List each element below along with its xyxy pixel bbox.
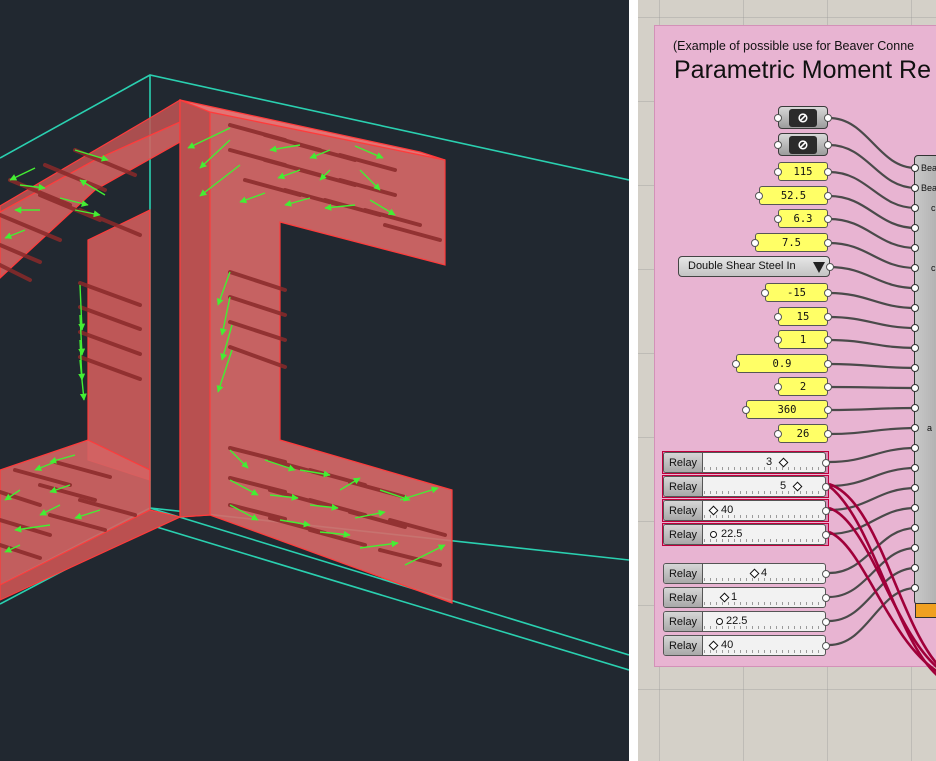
input-port[interactable] [911,544,919,552]
input-port[interactable] [911,244,919,252]
panel-7-5[interactable]: 7.5 [751,233,832,252]
input-port[interactable] [911,344,919,352]
panel-minus-15[interactable]: -15 [761,283,832,302]
panel-115[interactable]: 115 [774,162,832,181]
panel-15[interactable]: 15 [774,307,832,326]
slider-relay-4[interactable]: Relay 22.5 [663,524,830,545]
panel-0-9[interactable]: 0.9 [732,354,832,373]
input-port[interactable] [911,184,919,192]
bolt-param-2[interactable]: ⊘ [774,133,832,156]
input-port[interactable] [911,384,919,392]
slider-relay-3[interactable]: Relay 40 [663,500,830,521]
input-port[interactable] [911,164,919,172]
bolt-param-icon: ⊘ [789,108,817,127]
panel-26[interactable]: 26 [774,424,832,443]
viewport-scene [0,74,629,671]
slider-relay-6[interactable]: Relay 1 [663,587,830,608]
input-port[interactable] [911,584,919,592]
input-port[interactable] [911,364,919,372]
input-port[interactable] [911,224,919,232]
panel-52-5[interactable]: 52.5 [755,186,832,205]
slider-relay-5[interactable]: Relay 4 [663,563,830,584]
slider-relay-1[interactable]: Relay 3 [663,452,830,473]
slider-relay-2[interactable]: Relay 5 [663,476,830,497]
input-port[interactable] [911,504,919,512]
input-port[interactable] [911,424,919,432]
input-port[interactable] [911,264,919,272]
panel-2[interactable]: 2 [774,377,832,396]
slider-knob[interactable] [710,531,717,538]
input-port[interactable] [911,204,919,212]
input-port[interactable] [911,564,919,572]
slider-relay-8[interactable]: Relay 40 [663,635,830,656]
component-output-bar[interactable] [915,603,936,618]
moment-connection-component[interactable]: Bea Bea c c a [911,155,936,618]
bolt-param-icon: ⊘ [789,135,817,154]
input-port[interactable] [911,484,919,492]
slider-relay-7[interactable]: Relay 22.5 [663,611,830,632]
slider-knob[interactable] [716,618,723,625]
input-port[interactable] [911,524,919,532]
input-port[interactable] [911,324,919,332]
input-port[interactable] [911,284,919,292]
panel-divider [629,0,638,761]
chevron-down-icon [813,262,825,273]
connector-type-dropdown[interactable]: Double Shear Steel In [678,256,834,277]
grasshopper-canvas[interactable]: (Example of possible use for Beaver Conn… [638,0,936,761]
panel-1[interactable]: 1 [774,330,832,349]
input-port[interactable] [911,404,919,412]
panel-6-3[interactable]: 6.3 [774,209,832,228]
bolt-param-1[interactable]: ⊘ [774,106,832,129]
input-port[interactable] [911,444,919,452]
input-port[interactable] [911,464,919,472]
input-port[interactable] [911,304,919,312]
panel-360[interactable]: 360 [742,400,832,419]
rhino-viewport[interactable] [0,0,629,761]
